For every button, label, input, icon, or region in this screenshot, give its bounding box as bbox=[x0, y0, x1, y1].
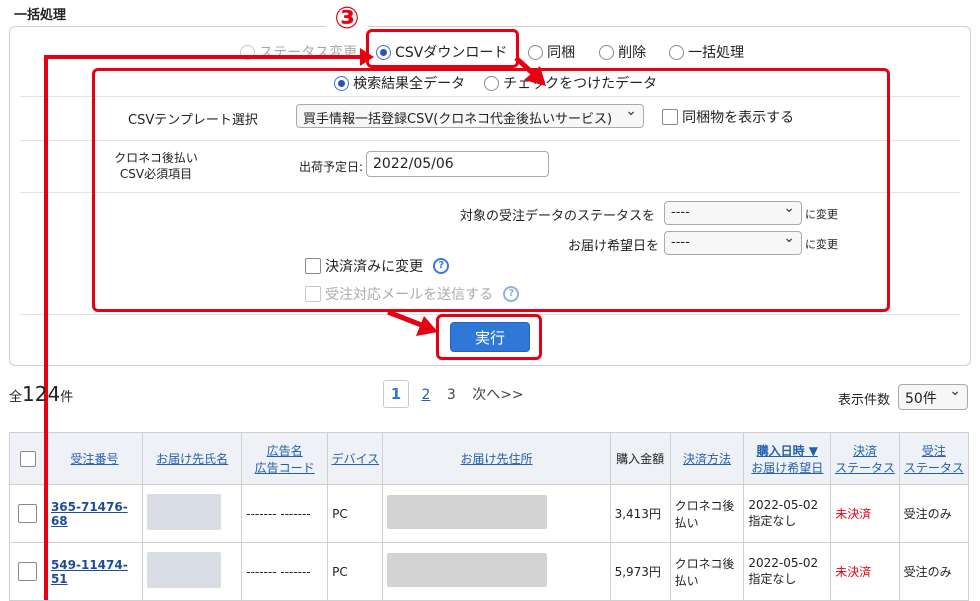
delivery-date: 指定なし bbox=[748, 572, 797, 586]
col-delivery-date-link[interactable]: お届け希望日 bbox=[751, 461, 823, 475]
pager-current-page[interactable]: 1 bbox=[383, 380, 409, 408]
date-cell: 2022-05-02 指定なし bbox=[743, 542, 832, 601]
annotation-line-vertical bbox=[44, 432, 48, 600]
col-address-link[interactable]: お届け先住所 bbox=[461, 452, 533, 466]
name-cell bbox=[142, 542, 243, 601]
col-name[interactable]: お届け先氏名 bbox=[142, 432, 243, 485]
payment-cell: クロネコ後払い bbox=[669, 542, 745, 601]
col-settle-link-2[interactable]: ステータス bbox=[835, 461, 895, 475]
col-payment[interactable]: 決済方法 bbox=[669, 432, 745, 485]
device-cell: PC bbox=[327, 484, 384, 543]
step-number-annotation: ③ bbox=[326, 1, 368, 37]
ad-cell: ------- ------- bbox=[241, 542, 329, 601]
purchase-date: 2022-05-02 bbox=[748, 556, 819, 570]
row-check-cell bbox=[9, 484, 47, 543]
mode-bulk-radio[interactable] bbox=[669, 44, 684, 60]
col-amount: 購入金額 bbox=[609, 432, 671, 485]
settle-status-cell: 未決済 bbox=[830, 542, 900, 601]
mode-bulk-label: 一括処理 bbox=[688, 45, 745, 61]
purchase-date: 2022-05-02 bbox=[748, 498, 819, 512]
address-cell bbox=[382, 484, 611, 543]
pager: 1 2 3 次へ>> bbox=[383, 380, 524, 408]
pager-next[interactable]: 次へ>> bbox=[472, 387, 523, 403]
col-name-link[interactable]: お届け先氏名 bbox=[156, 452, 228, 466]
pager-page-3[interactable]: 3 bbox=[447, 387, 456, 403]
col-purchase-date-link[interactable]: 購入日時 ▼ bbox=[757, 444, 818, 458]
col-settle-link-1[interactable]: 決済 bbox=[853, 444, 877, 458]
col-device-link[interactable]: デバイス bbox=[331, 452, 379, 466]
redacted-address bbox=[387, 495, 548, 529]
table-row: 549-11474-51 ------- ------- PC 5,973円 ク… bbox=[9, 542, 970, 601]
order-no-cell: 365-71476-68 bbox=[45, 484, 144, 543]
annotation-arrows bbox=[387, 56, 546, 336]
row-check-cell bbox=[9, 542, 47, 601]
annotation-arrowhead bbox=[360, 48, 374, 66]
col-settle-status[interactable]: 決済 ステータス bbox=[830, 432, 900, 485]
order-status-cell: 受注のみ bbox=[898, 542, 970, 601]
col-payment-link[interactable]: 決済方法 bbox=[683, 452, 731, 466]
mode-delete[interactable]: 削除 bbox=[599, 42, 646, 62]
total-suffix: 件 bbox=[60, 390, 74, 405]
amount-cell: 3,413円 bbox=[609, 484, 671, 543]
col-ad[interactable]: 広告名 広告コード bbox=[241, 432, 329, 485]
col-order-status[interactable]: 受注 ステータス bbox=[898, 432, 970, 485]
mode-bulk[interactable]: 一括処理 bbox=[669, 42, 744, 62]
redacted-name bbox=[147, 494, 222, 530]
col-order-status-link-2[interactable]: ステータス bbox=[904, 461, 964, 475]
delivery-date: 指定なし bbox=[748, 514, 797, 528]
total-number: 124 bbox=[22, 382, 61, 406]
pager-page-2[interactable]: 2 bbox=[421, 387, 430, 403]
col-ad-code-link[interactable]: 広告コード bbox=[255, 461, 315, 475]
per-page-select[interactable]: 50件 bbox=[898, 383, 968, 410]
col-address[interactable]: お届け先住所 bbox=[382, 432, 611, 485]
name-cell bbox=[142, 484, 243, 543]
section-title: 一括処理 bbox=[14, 8, 67, 23]
annotation-arrow-line bbox=[387, 309, 425, 329]
address-cell bbox=[382, 542, 611, 601]
order-no-cell: 549-11474-51 bbox=[45, 542, 144, 601]
order-status-cell: 受注のみ bbox=[898, 484, 970, 543]
select-all-checkbox[interactable] bbox=[19, 450, 36, 467]
col-ad-name-link[interactable]: 広告名 bbox=[267, 444, 303, 458]
annotation-line-horizontal bbox=[44, 55, 366, 59]
col-device[interactable]: デバイス bbox=[327, 432, 384, 485]
row-checkbox[interactable] bbox=[18, 504, 38, 523]
col-order-status-link-1[interactable]: 受注 bbox=[922, 444, 946, 458]
amount-cell: 5,973円 bbox=[609, 542, 671, 601]
per-page-label: 表示件数 bbox=[838, 393, 891, 408]
row-checkbox[interactable] bbox=[18, 562, 38, 581]
mode-delete-radio[interactable] bbox=[599, 44, 614, 60]
device-cell: PC bbox=[327, 542, 384, 601]
order-no-link[interactable]: 365-71476-68 bbox=[51, 500, 128, 528]
col-order-no[interactable]: 受注番号 bbox=[45, 432, 144, 485]
mode-delete-label: 削除 bbox=[618, 45, 647, 61]
redacted-name bbox=[147, 552, 222, 588]
redacted-address bbox=[387, 553, 548, 587]
ad-cell: ------- ------- bbox=[241, 484, 329, 543]
table-header-row: 受注番号 お届け先氏名 広告名広告コード デバイス お届け先住所 購入金額 決済… bbox=[9, 432, 970, 485]
date-cell: 2022-05-02 指定なし bbox=[743, 484, 832, 543]
order-no-link[interactable]: 549-11474-51 bbox=[51, 558, 128, 586]
col-date[interactable]: 購入日時 ▼ お届け希望日 bbox=[743, 432, 832, 485]
col-order-no-link[interactable]: 受注番号 bbox=[71, 452, 119, 466]
total-prefix: 全 bbox=[9, 390, 23, 405]
select-all-cell bbox=[9, 432, 47, 485]
payment-cell: クロネコ後払い bbox=[669, 484, 745, 543]
total-count: 全124件 bbox=[9, 382, 73, 406]
mode-status-change[interactable]: ステータス変更 bbox=[240, 42, 357, 62]
settle-status-cell: 未決済 bbox=[830, 484, 900, 543]
orders-table: 受注番号 お届け先氏名 広告名広告コード デバイス お届け先住所 購入金額 決済… bbox=[9, 432, 970, 601]
table-row: 365-71476-68 ------- ------- PC 3,413円 ク… bbox=[9, 484, 970, 543]
